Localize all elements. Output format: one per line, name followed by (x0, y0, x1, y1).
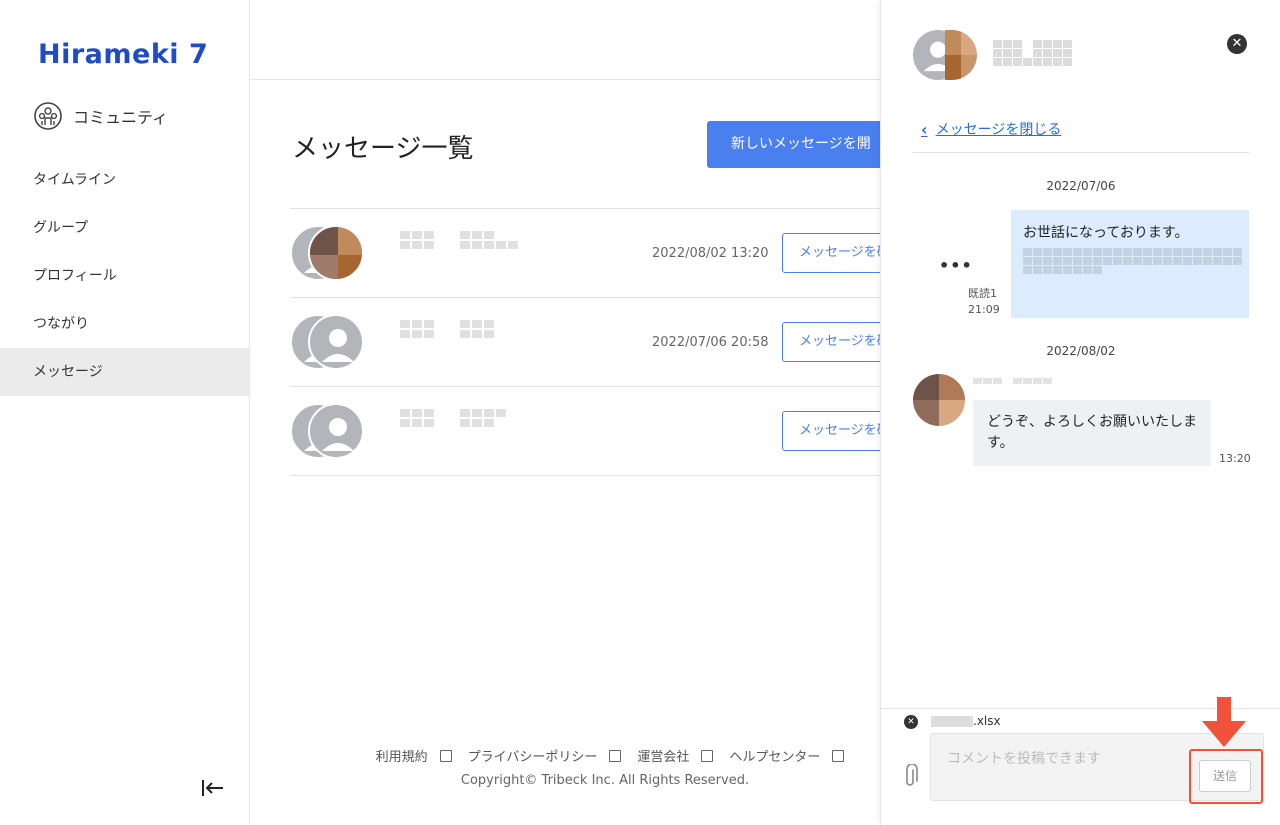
message-list: 2022/08/02 13:20 メッセージを確 2022/07/06 20:5… (290, 208, 892, 476)
external-link-icon (832, 749, 845, 762)
avatar-group (290, 314, 370, 372)
message-redacted (1023, 248, 1242, 274)
community-label: コミュニティ (73, 108, 169, 127)
read-label: 既読1 (968, 287, 997, 300)
sender-name-redacted (973, 378, 1053, 390)
more-options-icon[interactable]: ••• (939, 256, 973, 275)
my-message-text: お世話になっております。 (1023, 225, 1189, 241)
message-date: 2022/07/06 20:58 (652, 335, 769, 350)
footer-link-label: 利用規約 (375, 750, 428, 765)
sidebar-item-messages[interactable]: メッセージ (0, 348, 249, 396)
avatar (308, 403, 364, 459)
send-button[interactable]: 送信 (1199, 760, 1251, 792)
open-message-button[interactable]: メッセージを確 (782, 322, 892, 362)
footer: 利用規約 プライバシーポリシー 運営会社 ヘルプセンター Copyright© … (250, 746, 880, 788)
their-message-text: どうぞ、よろしくお願いいたします。 (987, 414, 1197, 451)
list-item[interactable]: メッセージを確 (290, 387, 892, 476)
avatar-group (290, 403, 370, 461)
footer-link-label: 運営会社 (637, 750, 690, 765)
avatar (945, 30, 977, 80)
copyright: Copyright© Tribeck Inc. All Rights Reser… (460, 773, 750, 788)
footer-link-company[interactable]: 運営会社 (637, 746, 714, 765)
divider (913, 152, 1249, 153)
paperclip-icon[interactable] (901, 764, 919, 790)
remove-attachment-icon[interactable]: ✕ (904, 715, 918, 729)
date-separator: 2022/07/06 (1046, 179, 1116, 193)
attachment-extension: .xlsx (973, 714, 1001, 728)
page-title: メッセージ一覧 (292, 134, 474, 164)
avatar (913, 374, 965, 426)
community-icon (34, 102, 62, 130)
comment-placeholder: コメントを投稿できます (947, 751, 1101, 767)
sidebar-nav: タイムライン グループ プロフィール つながり メッセージ (0, 156, 249, 396)
close-panel-icon[interactable]: ✕ (1227, 34, 1247, 54)
open-message-button[interactable]: メッセージを確 (782, 233, 892, 273)
sender-name-redacted (400, 231, 518, 275)
new-message-button[interactable]: 新しいメッセージを開 (707, 121, 907, 168)
footer-link-label: ヘルプセンター (729, 750, 821, 765)
main-content: メッセージ一覧 新しいメッセージを開 2022/08/02 13:20 メッセー… (250, 0, 907, 825)
open-message-button[interactable]: メッセージを確 (782, 411, 892, 451)
avatar-group (290, 225, 370, 283)
list-item[interactable]: 2022/08/02 13:20 メッセージを確 (290, 209, 892, 298)
footer-link-label: プライバシーポリシー (467, 750, 598, 765)
app-logo[interactable]: Hirameki 7 (32, 32, 208, 72)
attachment-name-redacted (931, 716, 973, 727)
footer-link-terms[interactable]: 利用規約 (376, 746, 452, 765)
external-link-icon (439, 749, 452, 762)
chevron-left-icon: ‹ (921, 119, 928, 139)
sidebar-item-profile[interactable]: プロフィール (0, 252, 249, 300)
sidebar: Hirameki 7 コミュニティ タイムライン グループ プロフィール つなが… (0, 0, 250, 825)
external-link-icon (701, 749, 714, 762)
conversation-name-redacted (993, 40, 1073, 78)
arrow-down-icon (1202, 697, 1246, 747)
close-messages-label: メッセージを閉じる (935, 122, 1062, 138)
collapse-left-icon[interactable] (201, 777, 225, 799)
message-date: 2022/08/02 13:20 (652, 246, 769, 261)
sidebar-item-timeline[interactable]: タイムライン (0, 156, 249, 204)
read-status: 既読1 21:09 (968, 286, 1000, 318)
my-message-bubble: お世話になっております。 (1011, 210, 1249, 318)
footer-link-help[interactable]: ヘルプセンター (729, 746, 845, 765)
message-panel: ✕ ‹ メッセージを閉じる 2022/07/06 ••• 既読1 21:09 お… (880, 0, 1280, 825)
close-messages-link[interactable]: ‹ メッセージを閉じる (921, 119, 1061, 139)
list-item[interactable]: 2022/07/06 20:58 メッセージを確 (290, 298, 892, 387)
community-link[interactable]: コミュニティ (33, 101, 168, 131)
avatar (308, 225, 364, 281)
message-time: 21:09 (968, 303, 1000, 316)
message-time: 13:20 (1219, 452, 1251, 465)
external-link-icon (609, 749, 622, 762)
footer-link-privacy[interactable]: プライバシーポリシー (468, 746, 622, 765)
their-message-bubble: どうぞ、よろしくお願いいたします。 (973, 400, 1211, 466)
top-header (250, 0, 880, 80)
sender-name-redacted (400, 320, 500, 364)
sidebar-item-connections[interactable]: つながり (0, 300, 249, 348)
logo-text: Hirameki 7 (38, 39, 209, 70)
avatar (308, 314, 364, 370)
date-separator: 2022/08/02 (1046, 344, 1116, 358)
sender-name-redacted (400, 409, 506, 453)
conversation-avatars (913, 30, 983, 82)
sidebar-item-groups[interactable]: グループ (0, 204, 249, 252)
